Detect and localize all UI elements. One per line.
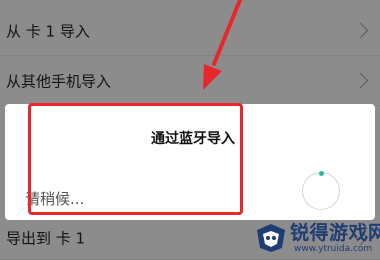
watermark-url: www.ytruida.com xyxy=(294,244,373,254)
gamepad-logo-icon xyxy=(257,224,285,252)
watermark-name: 锐得游戏网 xyxy=(290,222,380,244)
watermark: 锐得游戏网 www.ytruida.com xyxy=(252,214,380,260)
